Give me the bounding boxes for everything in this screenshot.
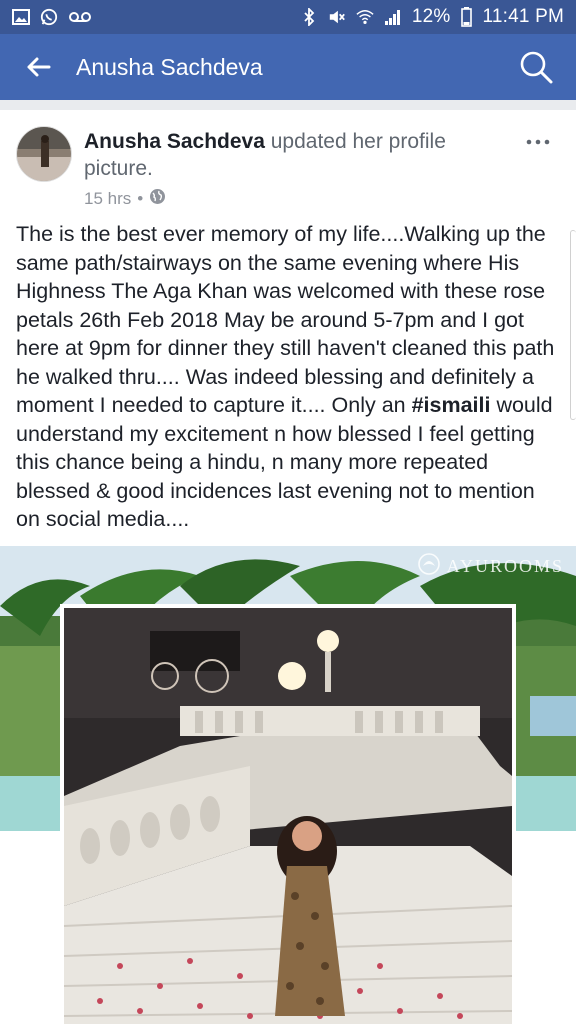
search-icon — [520, 51, 553, 84]
hashtag-link[interactable]: #ismaili — [412, 393, 491, 417]
gallery-icon — [12, 8, 30, 26]
battery-percent: 12% — [411, 6, 451, 27]
globe-icon — [149, 188, 166, 210]
battery-icon — [460, 7, 472, 27]
signal-icon — [384, 8, 402, 26]
whatsapp-icon — [40, 8, 58, 26]
mute-icon — [328, 8, 346, 26]
more-options-button[interactable] — [518, 130, 558, 154]
scrollbar[interactable] — [570, 230, 576, 420]
watermark-logo-icon — [417, 552, 441, 581]
voicemail-icon — [68, 8, 92, 26]
bluetooth-icon — [300, 8, 318, 26]
post-headline: Anusha Sachdeva updated her profile pict… — [84, 128, 494, 182]
clock: 11:41 PM — [482, 6, 564, 27]
page-title: Anusha Sachdeva — [76, 53, 263, 80]
back-arrow-icon — [27, 57, 51, 77]
more-dots-icon — [526, 139, 550, 145]
watermark-text: AYUROOMS — [446, 556, 564, 576]
back-button[interactable] — [18, 47, 58, 87]
post-meta: 15 hrs • — [84, 188, 560, 210]
photo-watermark: AYUROOMS — [417, 552, 564, 581]
search-button[interactable] — [514, 45, 558, 89]
post-text: The is the best ever memory of my life..… — [0, 210, 576, 531]
status-left-icons — [12, 8, 92, 26]
profile-photo-image — [0, 546, 576, 1024]
wifi-icon — [356, 8, 374, 26]
post-time[interactable]: 15 hrs — [84, 189, 131, 209]
post-text-part: The is the best ever memory of my life..… — [16, 222, 555, 417]
status-bar: 12% 11:41 PM — [0, 0, 576, 34]
meta-separator: • — [137, 189, 144, 208]
status-right-icons: 12% 11:41 PM — [300, 6, 564, 28]
app-bar: Anusha Sachdeva — [0, 34, 576, 100]
post-header: Anusha Sachdeva updated her profile pict… — [0, 110, 576, 210]
post-photo[interactable]: AYUROOMS — [0, 546, 576, 1024]
author-name[interactable]: Anusha Sachdeva — [84, 130, 265, 153]
avatar[interactable] — [16, 126, 72, 182]
post-header-text: Anusha Sachdeva updated her profile pict… — [84, 126, 560, 210]
post-card: Anusha Sachdeva updated her profile pict… — [0, 110, 576, 1024]
